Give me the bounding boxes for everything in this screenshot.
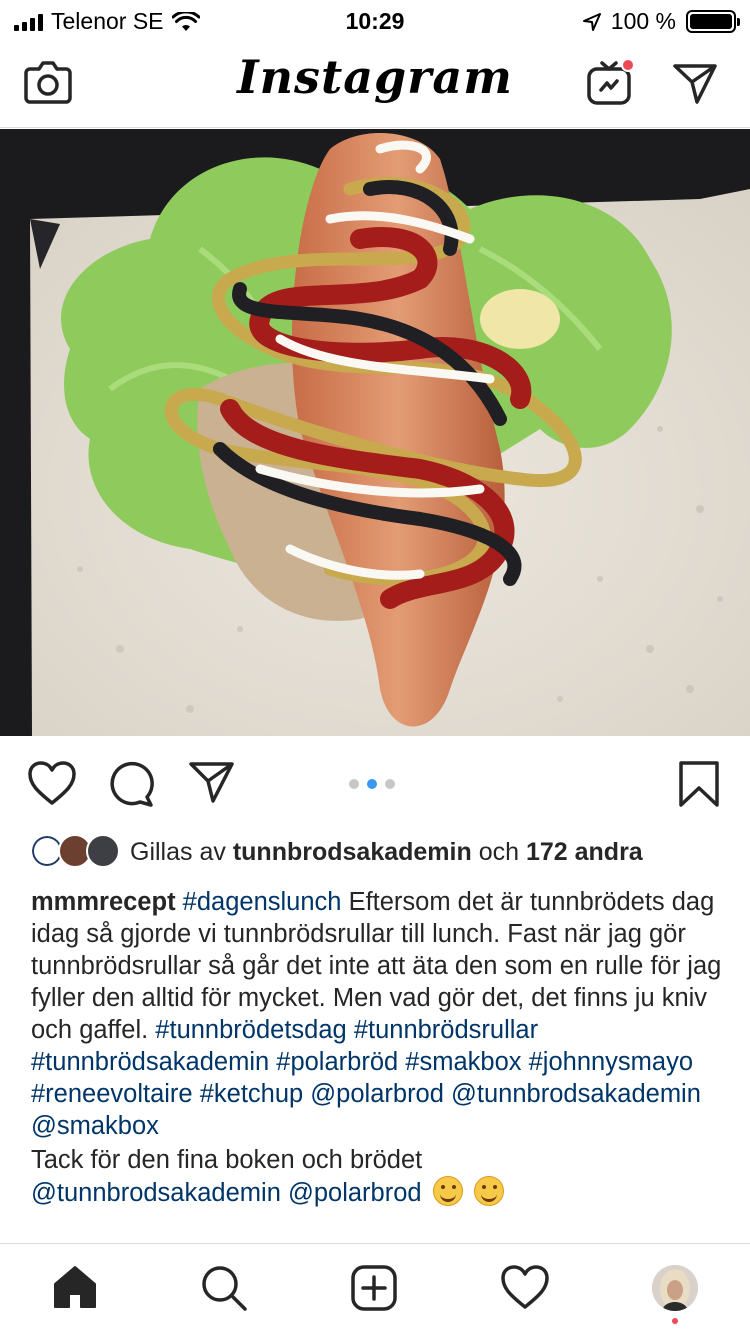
direct-message-icon[interactable] xyxy=(672,62,718,104)
carousel-dot-active xyxy=(367,779,377,789)
hashtag[interactable]: #polarbröd xyxy=(276,1048,398,1076)
liker-username[interactable]: tunnbrodsakademin xyxy=(233,838,472,866)
bookmark-icon[interactable] xyxy=(678,760,720,808)
smiling-emoji-icon xyxy=(473,1176,504,1206)
post-actions xyxy=(0,736,750,832)
post-caption: mmmrecept #dagenslunch Eftersom det är t… xyxy=(31,886,731,1209)
new-post-icon[interactable] xyxy=(350,1264,398,1312)
profile-tab[interactable] xyxy=(652,1265,698,1311)
hashtag[interactable]: #reneevoltaire xyxy=(31,1080,193,1108)
share-icon[interactable] xyxy=(188,760,236,804)
comment-icon[interactable] xyxy=(107,760,155,808)
battery-percent: 100 % xyxy=(610,8,676,34)
activity-icon[interactable] xyxy=(500,1264,550,1310)
hashtag[interactable]: #ketchup xyxy=(200,1080,304,1108)
notification-dot xyxy=(672,1318,678,1324)
caption-username[interactable]: mmmrecept xyxy=(31,888,176,916)
hashtag[interactable]: #tunnbrödsrullar xyxy=(354,1016,538,1044)
likes-row[interactable]: Gillas av tunnbrodsakademin och 172 andr… xyxy=(30,834,643,870)
mention[interactable]: @tunnbrodsakademin xyxy=(451,1080,701,1108)
hashtag[interactable]: #smakbox xyxy=(405,1048,521,1076)
hashtag[interactable]: #tunnbrödsakademin xyxy=(31,1048,269,1076)
status-bar: Telenor SE 10:29 100 % xyxy=(0,0,750,40)
mention[interactable]: @smakbox xyxy=(31,1112,159,1140)
thanks-mentions[interactable]: @tunnbrodsakademin @polarbrod xyxy=(31,1179,422,1207)
instagram-logo: Instagram xyxy=(237,50,513,104)
caption-text: mmmrecept #dagenslunch Eftersom det är t… xyxy=(31,886,731,1142)
carousel-indicator xyxy=(349,779,395,789)
avatar xyxy=(86,834,120,868)
hashtag[interactable]: #johnnysmayo xyxy=(529,1048,693,1076)
igtv-button[interactable] xyxy=(586,58,635,111)
bottom-navigation xyxy=(0,1243,750,1334)
home-icon[interactable] xyxy=(52,1264,98,1310)
likes-text: Gillas av tunnbrodsakademin och 172 andr… xyxy=(130,837,643,866)
smiling-emoji-icon xyxy=(432,1176,463,1206)
location-arrow-icon xyxy=(582,12,601,31)
likes-others[interactable]: 172 andra xyxy=(526,838,643,866)
liker-avatars xyxy=(30,834,122,870)
post-photo[interactable] xyxy=(0,129,750,736)
carousel-dot xyxy=(385,779,395,789)
battery-icon xyxy=(686,10,740,33)
caption-thanks: Tack för den fina boken och brödet @tunn… xyxy=(31,1144,731,1209)
profile-avatar xyxy=(652,1265,698,1311)
heart-icon[interactable] xyxy=(27,760,77,806)
hashtag[interactable]: #tunnbrödetsdag xyxy=(155,1016,346,1044)
thanks-line: Tack för den fina boken och brödet xyxy=(31,1146,423,1174)
hashtag[interactable]: #dagenslunch xyxy=(183,888,342,916)
top-bar: Instagram xyxy=(0,40,750,128)
mention[interactable]: @polarbrod xyxy=(310,1080,444,1108)
notification-dot xyxy=(621,58,635,72)
carousel-dot xyxy=(349,779,359,789)
search-icon[interactable] xyxy=(200,1264,248,1312)
